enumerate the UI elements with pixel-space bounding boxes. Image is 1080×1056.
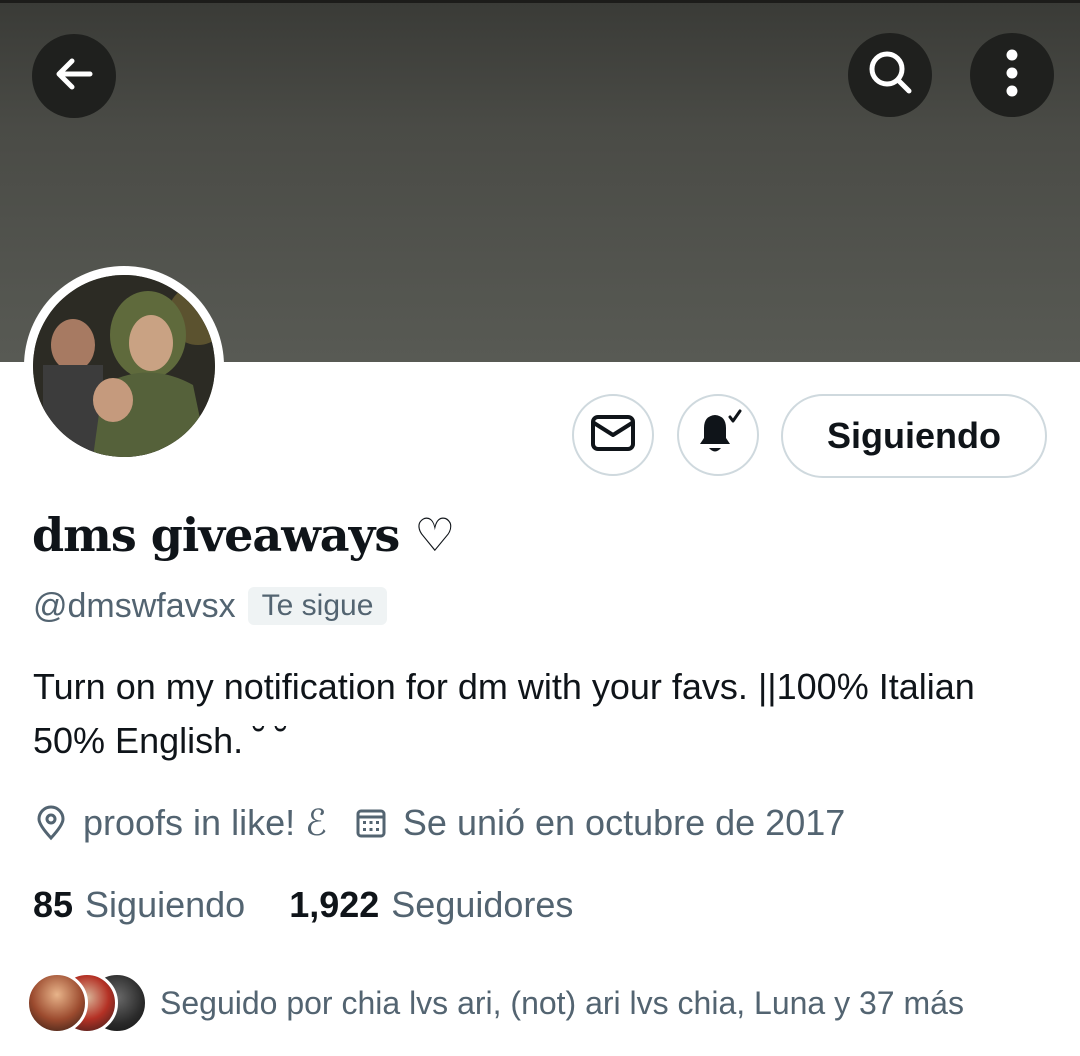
followed-by-row[interactable]: Seguido por chia lvs ari, (not) ari lvs … <box>26 970 964 1036</box>
location-text: proofs in like! ℰ <box>83 802 327 843</box>
more-options-button[interactable] <box>970 33 1054 117</box>
following-label: Siguiendo <box>85 884 246 925</box>
bell-check-icon <box>692 408 744 463</box>
calendar-icon <box>353 805 389 841</box>
message-button[interactable] <box>572 394 654 476</box>
mutual-avatar <box>26 972 88 1034</box>
avatar-image <box>33 275 215 457</box>
back-button[interactable] <box>32 34 116 118</box>
search-button[interactable] <box>848 33 932 117</box>
arrow-left-icon <box>50 50 98 103</box>
following-count: 85 <box>33 884 74 925</box>
user-handle: @dmswfavsx <box>33 586 236 625</box>
handle-row: @dmswfavsx Te sigue <box>33 584 388 628</box>
search-icon <box>863 46 917 105</box>
display-name: dms giveaways ♡ <box>32 508 455 562</box>
envelope-icon <box>590 413 636 458</box>
following-button[interactable]: Siguiendo <box>781 394 1047 478</box>
followers-stat[interactable]: 1,922 Seguidores <box>289 884 573 926</box>
location-pin-icon <box>33 805 69 841</box>
following-button-label: Siguiendo <box>827 415 1001 456</box>
more-vertical-icon <box>1002 47 1022 104</box>
notifications-button[interactable] <box>677 394 759 476</box>
mutual-avatars <box>26 970 150 1036</box>
profile-avatar[interactable] <box>33 275 215 457</box>
profile-meta: proofs in like! ℰ Se unió en octubre de … <box>33 800 845 846</box>
profile-bio: Turn on my notification for dm with your… <box>33 666 975 761</box>
following-stat[interactable]: 85 Siguiendo <box>33 884 245 926</box>
followers-label: Seguidores <box>391 884 574 925</box>
followed-by-text: Seguido por chia lvs ari, (not) ari lvs … <box>160 984 964 1021</box>
follow-stats: 85 Siguiendo 1,922 Seguidores <box>33 882 573 928</box>
followers-count: 1,922 <box>289 884 380 925</box>
follows-you-badge: Te sigue <box>247 587 388 625</box>
joined-date-text: Se unió en octubre de 2017 <box>402 802 846 843</box>
